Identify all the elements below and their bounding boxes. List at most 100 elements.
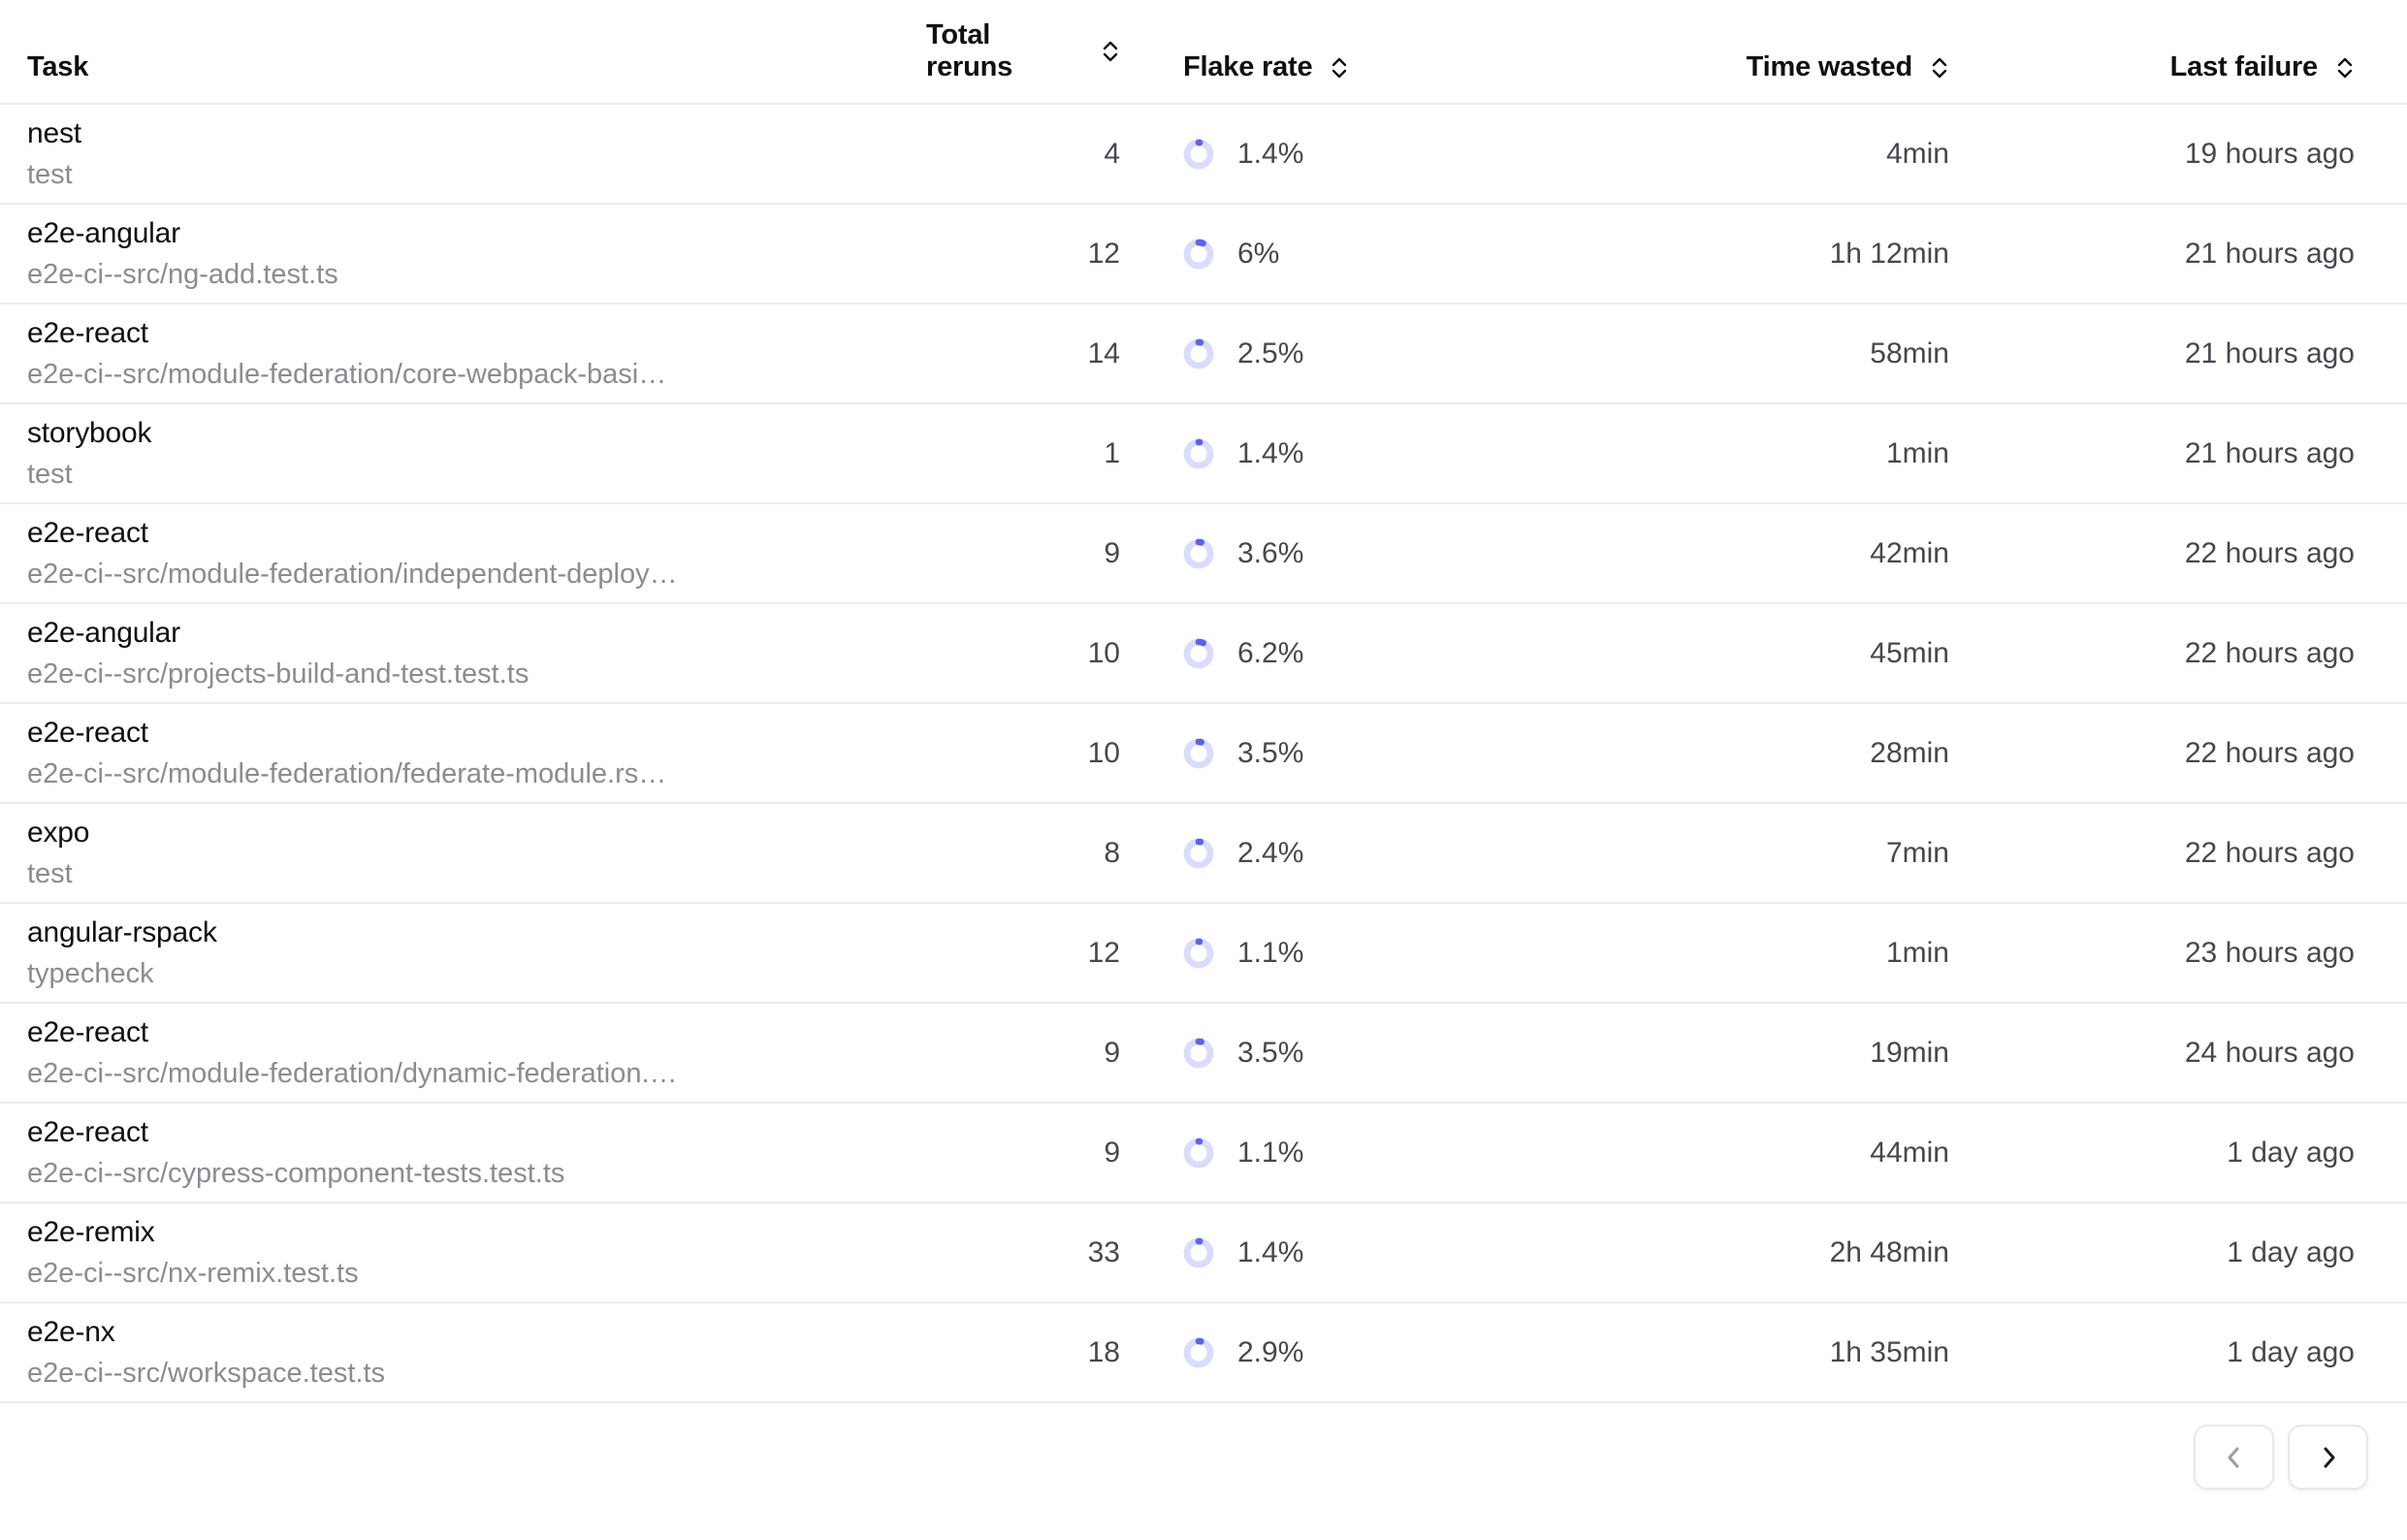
last-failure-value: 1 day ago — [1949, 1336, 2355, 1369]
table-row[interactable]: e2e-react e2e-ci--src/module-federation/… — [0, 1004, 2407, 1104]
task-cell: expo test — [27, 813, 926, 894]
table-row[interactable]: nest test 4 1.4% 4min 19 hours ago — [0, 105, 2407, 205]
time-wasted-value: 1min — [1552, 437, 1949, 470]
table-row[interactable]: e2e-angular e2e-ci--src/projects-build-a… — [0, 604, 2407, 704]
task-name: nest — [27, 113, 926, 154]
flake-rate-cell: 3.5% — [1120, 737, 1552, 770]
task-target: e2e-ci--src/module-federation/independen… — [27, 554, 926, 594]
sort-icon — [1930, 54, 1949, 81]
task-cell: angular-rspack typecheck — [27, 913, 926, 994]
flake-rate-donut-icon — [1183, 938, 1214, 969]
column-header-time-wasted[interactable]: Time wasted — [1552, 51, 1949, 83]
flake-rate-donut-icon — [1183, 338, 1214, 369]
flake-rate-cell: 1.4% — [1120, 1236, 1552, 1269]
task-name: e2e-angular — [27, 213, 926, 254]
last-failure-value: 21 hours ago — [1949, 337, 2355, 370]
flake-rate-value: 1.1% — [1237, 937, 1303, 970]
column-header-flake-rate[interactable]: Flake rate — [1120, 51, 1552, 83]
task-cell: e2e-remix e2e-ci--src/nx-remix.test.ts — [27, 1212, 926, 1294]
chevron-right-icon — [2316, 1443, 2341, 1472]
column-header-flake-rate-label: Flake rate — [1183, 51, 1312, 83]
flake-rate-donut-icon — [1183, 1138, 1214, 1169]
total-reruns-value: 10 — [926, 637, 1120, 670]
column-header-total-reruns-label: Total reruns — [926, 19, 1083, 83]
flake-rate-value: 1.4% — [1237, 138, 1303, 171]
table-row[interactable]: e2e-angular e2e-ci--src/ng-add.test.ts 1… — [0, 205, 2407, 305]
flake-rate-cell: 6% — [1120, 238, 1552, 271]
table-row[interactable]: e2e-nx e2e-ci--src/workspace.test.ts 18 … — [0, 1303, 2407, 1403]
last-failure-value: 1 day ago — [1949, 1236, 2355, 1269]
time-wasted-value: 1min — [1552, 937, 1949, 970]
table-row[interactable]: e2e-remix e2e-ci--src/nx-remix.test.ts 3… — [0, 1203, 2407, 1303]
total-reruns-value: 10 — [926, 737, 1120, 770]
flake-rate-value: 2.4% — [1237, 837, 1303, 870]
flake-rate-donut-icon — [1183, 1038, 1214, 1069]
sort-icon — [1101, 38, 1120, 65]
table-row[interactable]: e2e-react e2e-ci--src/module-federation/… — [0, 305, 2407, 404]
chevron-left-icon — [2222, 1443, 2247, 1472]
last-failure-value: 19 hours ago — [1949, 138, 2355, 171]
column-header-total-reruns[interactable]: Total reruns — [926, 19, 1120, 83]
task-target: test — [27, 853, 926, 894]
flake-rate-donut-icon — [1183, 139, 1214, 170]
table-row[interactable]: expo test 8 2.4% 7min 22 hours ago — [0, 804, 2407, 904]
task-target: e2e-ci--src/nx-remix.test.ts — [27, 1253, 926, 1294]
column-header-time-wasted-label: Time wasted — [1747, 51, 1912, 83]
table-row[interactable]: e2e-react e2e-ci--src/cypress-component-… — [0, 1104, 2407, 1203]
flake-rate-value: 6% — [1237, 238, 1279, 271]
task-cell: e2e-react e2e-ci--src/cypress-component-… — [27, 1112, 926, 1194]
table-header-row: Task Total reruns Flake rate Time wasted… — [0, 0, 2407, 105]
task-target: e2e-ci--src/projects-build-and-test.test… — [27, 654, 926, 694]
task-cell: e2e-angular e2e-ci--src/projects-build-a… — [27, 613, 926, 694]
time-wasted-value: 1h 35min — [1552, 1336, 1949, 1369]
time-wasted-value: 1h 12min — [1552, 238, 1949, 271]
time-wasted-value: 19min — [1552, 1037, 1949, 1070]
task-cell: e2e-angular e2e-ci--src/ng-add.test.ts — [27, 213, 926, 295]
sort-icon — [1330, 54, 1349, 81]
task-cell: e2e-react e2e-ci--src/module-federation/… — [27, 313, 926, 395]
flake-rate-value: 3.5% — [1237, 737, 1303, 770]
total-reruns-value: 33 — [926, 1236, 1120, 1269]
flake-rate-value: 1.1% — [1237, 1137, 1303, 1170]
time-wasted-value: 4min — [1552, 138, 1949, 171]
flake-rate-value: 2.5% — [1237, 337, 1303, 370]
previous-page-button[interactable] — [2194, 1425, 2274, 1490]
task-cell: e2e-react e2e-ci--src/module-federation/… — [27, 713, 926, 794]
column-header-last-failure-label: Last failure — [2170, 51, 2318, 83]
time-wasted-value: 45min — [1552, 637, 1949, 670]
time-wasted-value: 58min — [1552, 337, 1949, 370]
task-name: e2e-react — [27, 313, 926, 354]
table-row[interactable]: e2e-react e2e-ci--src/module-federation/… — [0, 704, 2407, 804]
flake-rate-cell: 1.1% — [1120, 1137, 1552, 1170]
flake-rate-donut-icon — [1183, 1337, 1214, 1368]
flake-rate-donut-icon — [1183, 638, 1214, 669]
total-reruns-value: 9 — [926, 1137, 1120, 1170]
flake-rate-value: 3.6% — [1237, 537, 1303, 570]
table-row[interactable]: storybook test 1 1.4% 1min 21 hours ago — [0, 404, 2407, 504]
flake-rate-donut-icon — [1183, 438, 1214, 469]
table-row[interactable]: angular-rspack typecheck 12 1.1% 1min 23… — [0, 904, 2407, 1004]
flake-rate-value: 6.2% — [1237, 637, 1303, 670]
column-header-task-label: Task — [27, 51, 88, 83]
task-name: e2e-react — [27, 1012, 926, 1053]
flake-rate-value: 1.4% — [1237, 437, 1303, 470]
time-wasted-value: 44min — [1552, 1137, 1949, 1170]
task-name: e2e-react — [27, 713, 926, 754]
flake-rate-donut-icon — [1183, 538, 1214, 569]
flake-rate-cell: 3.5% — [1120, 1037, 1552, 1070]
column-header-task: Task — [27, 51, 926, 83]
total-reruns-value: 18 — [926, 1336, 1120, 1369]
flake-rate-cell: 2.4% — [1120, 837, 1552, 870]
task-name: expo — [27, 813, 926, 853]
column-header-last-failure[interactable]: Last failure — [1949, 51, 2355, 83]
flake-rate-cell: 2.5% — [1120, 337, 1552, 370]
task-target: test — [27, 454, 926, 495]
flake-rate-cell: 3.6% — [1120, 537, 1552, 570]
time-wasted-value: 42min — [1552, 537, 1949, 570]
last-failure-value: 22 hours ago — [1949, 637, 2355, 670]
next-page-button[interactable] — [2288, 1425, 2368, 1490]
table-row[interactable]: e2e-react e2e-ci--src/module-federation/… — [0, 504, 2407, 604]
task-name: storybook — [27, 413, 926, 454]
last-failure-value: 22 hours ago — [1949, 737, 2355, 770]
flake-rate-cell: 1.4% — [1120, 138, 1552, 171]
